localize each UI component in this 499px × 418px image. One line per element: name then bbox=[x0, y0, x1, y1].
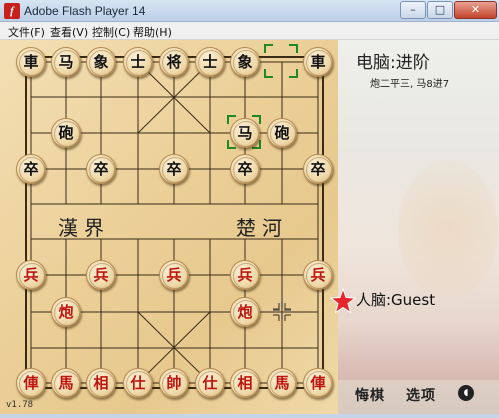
piece-black-soldier[interactable]: 卒 bbox=[303, 154, 333, 184]
marker-corner bbox=[264, 69, 273, 78]
piece-black-soldier[interactable]: 卒 bbox=[86, 154, 116, 184]
piece-red-cannon-left[interactable]: 炮 bbox=[51, 297, 81, 327]
piece-label: 炮 bbox=[58, 303, 74, 321]
piece-red-elephant-left[interactable]: 相 bbox=[86, 368, 116, 398]
piece-label: 炮 bbox=[237, 303, 253, 321]
piece-label: 馬 bbox=[58, 374, 74, 392]
last-move-from-marker bbox=[264, 44, 298, 78]
piece-label: 仕 bbox=[130, 374, 146, 392]
piece-black-horse-moved[interactable]: 马 bbox=[230, 118, 260, 148]
piece-red-advisor-right[interactable]: 仕 bbox=[195, 368, 225, 398]
piece-label: 俥 bbox=[23, 374, 39, 392]
piece-black-chariot-left[interactable]: 車 bbox=[16, 47, 46, 77]
piece-black-horse-left[interactable]: 马 bbox=[51, 47, 81, 77]
piece-red-horse-right[interactable]: 馬 bbox=[267, 368, 297, 398]
piece-label: 兵 bbox=[237, 266, 253, 284]
piece-label: 卒 bbox=[23, 160, 39, 178]
piece-label: 車 bbox=[23, 53, 39, 71]
piece-label: 卒 bbox=[166, 160, 182, 178]
piece-red-soldier[interactable]: 兵 bbox=[86, 260, 116, 290]
marker-corner bbox=[289, 69, 298, 78]
panel-background-blur bbox=[338, 320, 499, 380]
river-text-left: 漢界 bbox=[58, 216, 110, 240]
piece-label: 兵 bbox=[166, 266, 182, 284]
close-button[interactable]: ✕ bbox=[454, 1, 497, 19]
piece-red-horse-left[interactable]: 馬 bbox=[51, 368, 81, 398]
piece-label: 卒 bbox=[93, 160, 109, 178]
piece-red-soldier[interactable]: 兵 bbox=[159, 260, 189, 290]
piece-label: 士 bbox=[130, 53, 146, 71]
piece-label: 俥 bbox=[310, 374, 326, 392]
piece-label: 車 bbox=[310, 53, 326, 71]
last-move-text: 炮二平三, 马8进7 bbox=[370, 79, 450, 90]
piece-label: 马 bbox=[58, 53, 74, 71]
piece-label: 相 bbox=[237, 374, 253, 392]
piece-red-chariot-left[interactable]: 俥 bbox=[16, 368, 46, 398]
piece-label: 砲 bbox=[274, 124, 290, 142]
piece-label: 象 bbox=[237, 53, 253, 71]
window-bottom-border bbox=[0, 414, 499, 418]
piece-black-cannon-right[interactable]: 砲 bbox=[267, 118, 297, 148]
piece-black-soldier[interactable]: 卒 bbox=[159, 154, 189, 184]
piece-label: 象 bbox=[93, 53, 109, 71]
piece-red-elephant-right[interactable]: 相 bbox=[230, 368, 260, 398]
piece-black-general[interactable]: 将 bbox=[159, 47, 189, 77]
piece-red-cannon-right[interactable]: 炮 bbox=[230, 297, 260, 327]
piece-black-advisor-left[interactable]: 士 bbox=[123, 47, 153, 77]
piece-red-advisor-left[interactable]: 仕 bbox=[123, 368, 153, 398]
piece-label: 砲 bbox=[58, 124, 74, 142]
window-title: Adobe Flash Player 14 bbox=[24, 4, 146, 18]
menu-view[interactable]: 查看(V) bbox=[50, 24, 88, 40]
human-player-label: 人脑:Guest bbox=[356, 291, 436, 309]
piece-label: 兵 bbox=[93, 266, 109, 284]
flash-player-icon: f bbox=[4, 3, 20, 19]
crosshair-cursor-icon bbox=[273, 301, 291, 319]
panel-background-blur bbox=[398, 160, 498, 300]
piece-black-chariot-right[interactable]: 車 bbox=[303, 47, 333, 77]
piece-label: 帥 bbox=[166, 374, 182, 392]
piece-label: 士 bbox=[202, 53, 218, 71]
menu-bar: 文件(F) 查看(V) 控制(C) 帮助(H) bbox=[0, 22, 499, 40]
side-panel: 电脑:进阶 炮二平三, 马8进7 bbox=[338, 40, 499, 414]
piece-label: 将 bbox=[166, 53, 182, 71]
piece-black-soldier[interactable]: 卒 bbox=[16, 154, 46, 184]
river-text-right: 楚河 bbox=[236, 216, 288, 240]
turn-star-icon bbox=[330, 288, 356, 314]
version-label: v1.78 bbox=[6, 400, 34, 410]
piece-label: 卒 bbox=[310, 160, 326, 178]
minimize-button[interactable]: – bbox=[400, 1, 426, 19]
piece-black-elephant-left[interactable]: 象 bbox=[86, 47, 116, 77]
piece-label: 卒 bbox=[237, 160, 253, 178]
xiangqi-board[interactable]: 漢界 楚河 bbox=[0, 40, 338, 414]
piece-red-soldier[interactable]: 兵 bbox=[303, 260, 333, 290]
piece-label: 兵 bbox=[23, 266, 39, 284]
undo-button[interactable]: 悔棋 bbox=[355, 385, 385, 405]
piece-label: 仕 bbox=[202, 374, 218, 392]
marker-corner bbox=[289, 44, 298, 53]
marker-corner bbox=[264, 44, 273, 53]
menu-help[interactable]: 帮助(H) bbox=[133, 24, 172, 40]
piece-label: 馬 bbox=[274, 374, 290, 392]
speaker-icon[interactable]: ◖ bbox=[458, 385, 474, 401]
piece-label: 相 bbox=[93, 374, 109, 392]
options-button[interactable]: 选项 bbox=[406, 385, 436, 405]
piece-label: 马 bbox=[237, 124, 253, 142]
piece-red-soldier[interactable]: 兵 bbox=[16, 260, 46, 290]
piece-label: 兵 bbox=[310, 266, 326, 284]
piece-red-chariot-right[interactable]: 俥 bbox=[303, 368, 333, 398]
piece-red-soldier[interactable]: 兵 bbox=[230, 260, 260, 290]
menu-file[interactable]: 文件(F) bbox=[8, 24, 45, 40]
window-titlebar[interactable]: f Adobe Flash Player 14 – □ ✕ bbox=[0, 0, 499, 22]
ai-player-label: 电脑:进阶 bbox=[356, 53, 430, 73]
piece-black-cannon-left[interactable]: 砲 bbox=[51, 118, 81, 148]
maximize-button[interactable]: □ bbox=[427, 1, 453, 19]
piece-black-soldier[interactable]: 卒 bbox=[230, 154, 260, 184]
menu-control[interactable]: 控制(C) bbox=[92, 24, 130, 40]
piece-black-elephant-right[interactable]: 象 bbox=[230, 47, 260, 77]
piece-black-advisor-right[interactable]: 士 bbox=[195, 47, 225, 77]
piece-red-general[interactable]: 帥 bbox=[159, 368, 189, 398]
